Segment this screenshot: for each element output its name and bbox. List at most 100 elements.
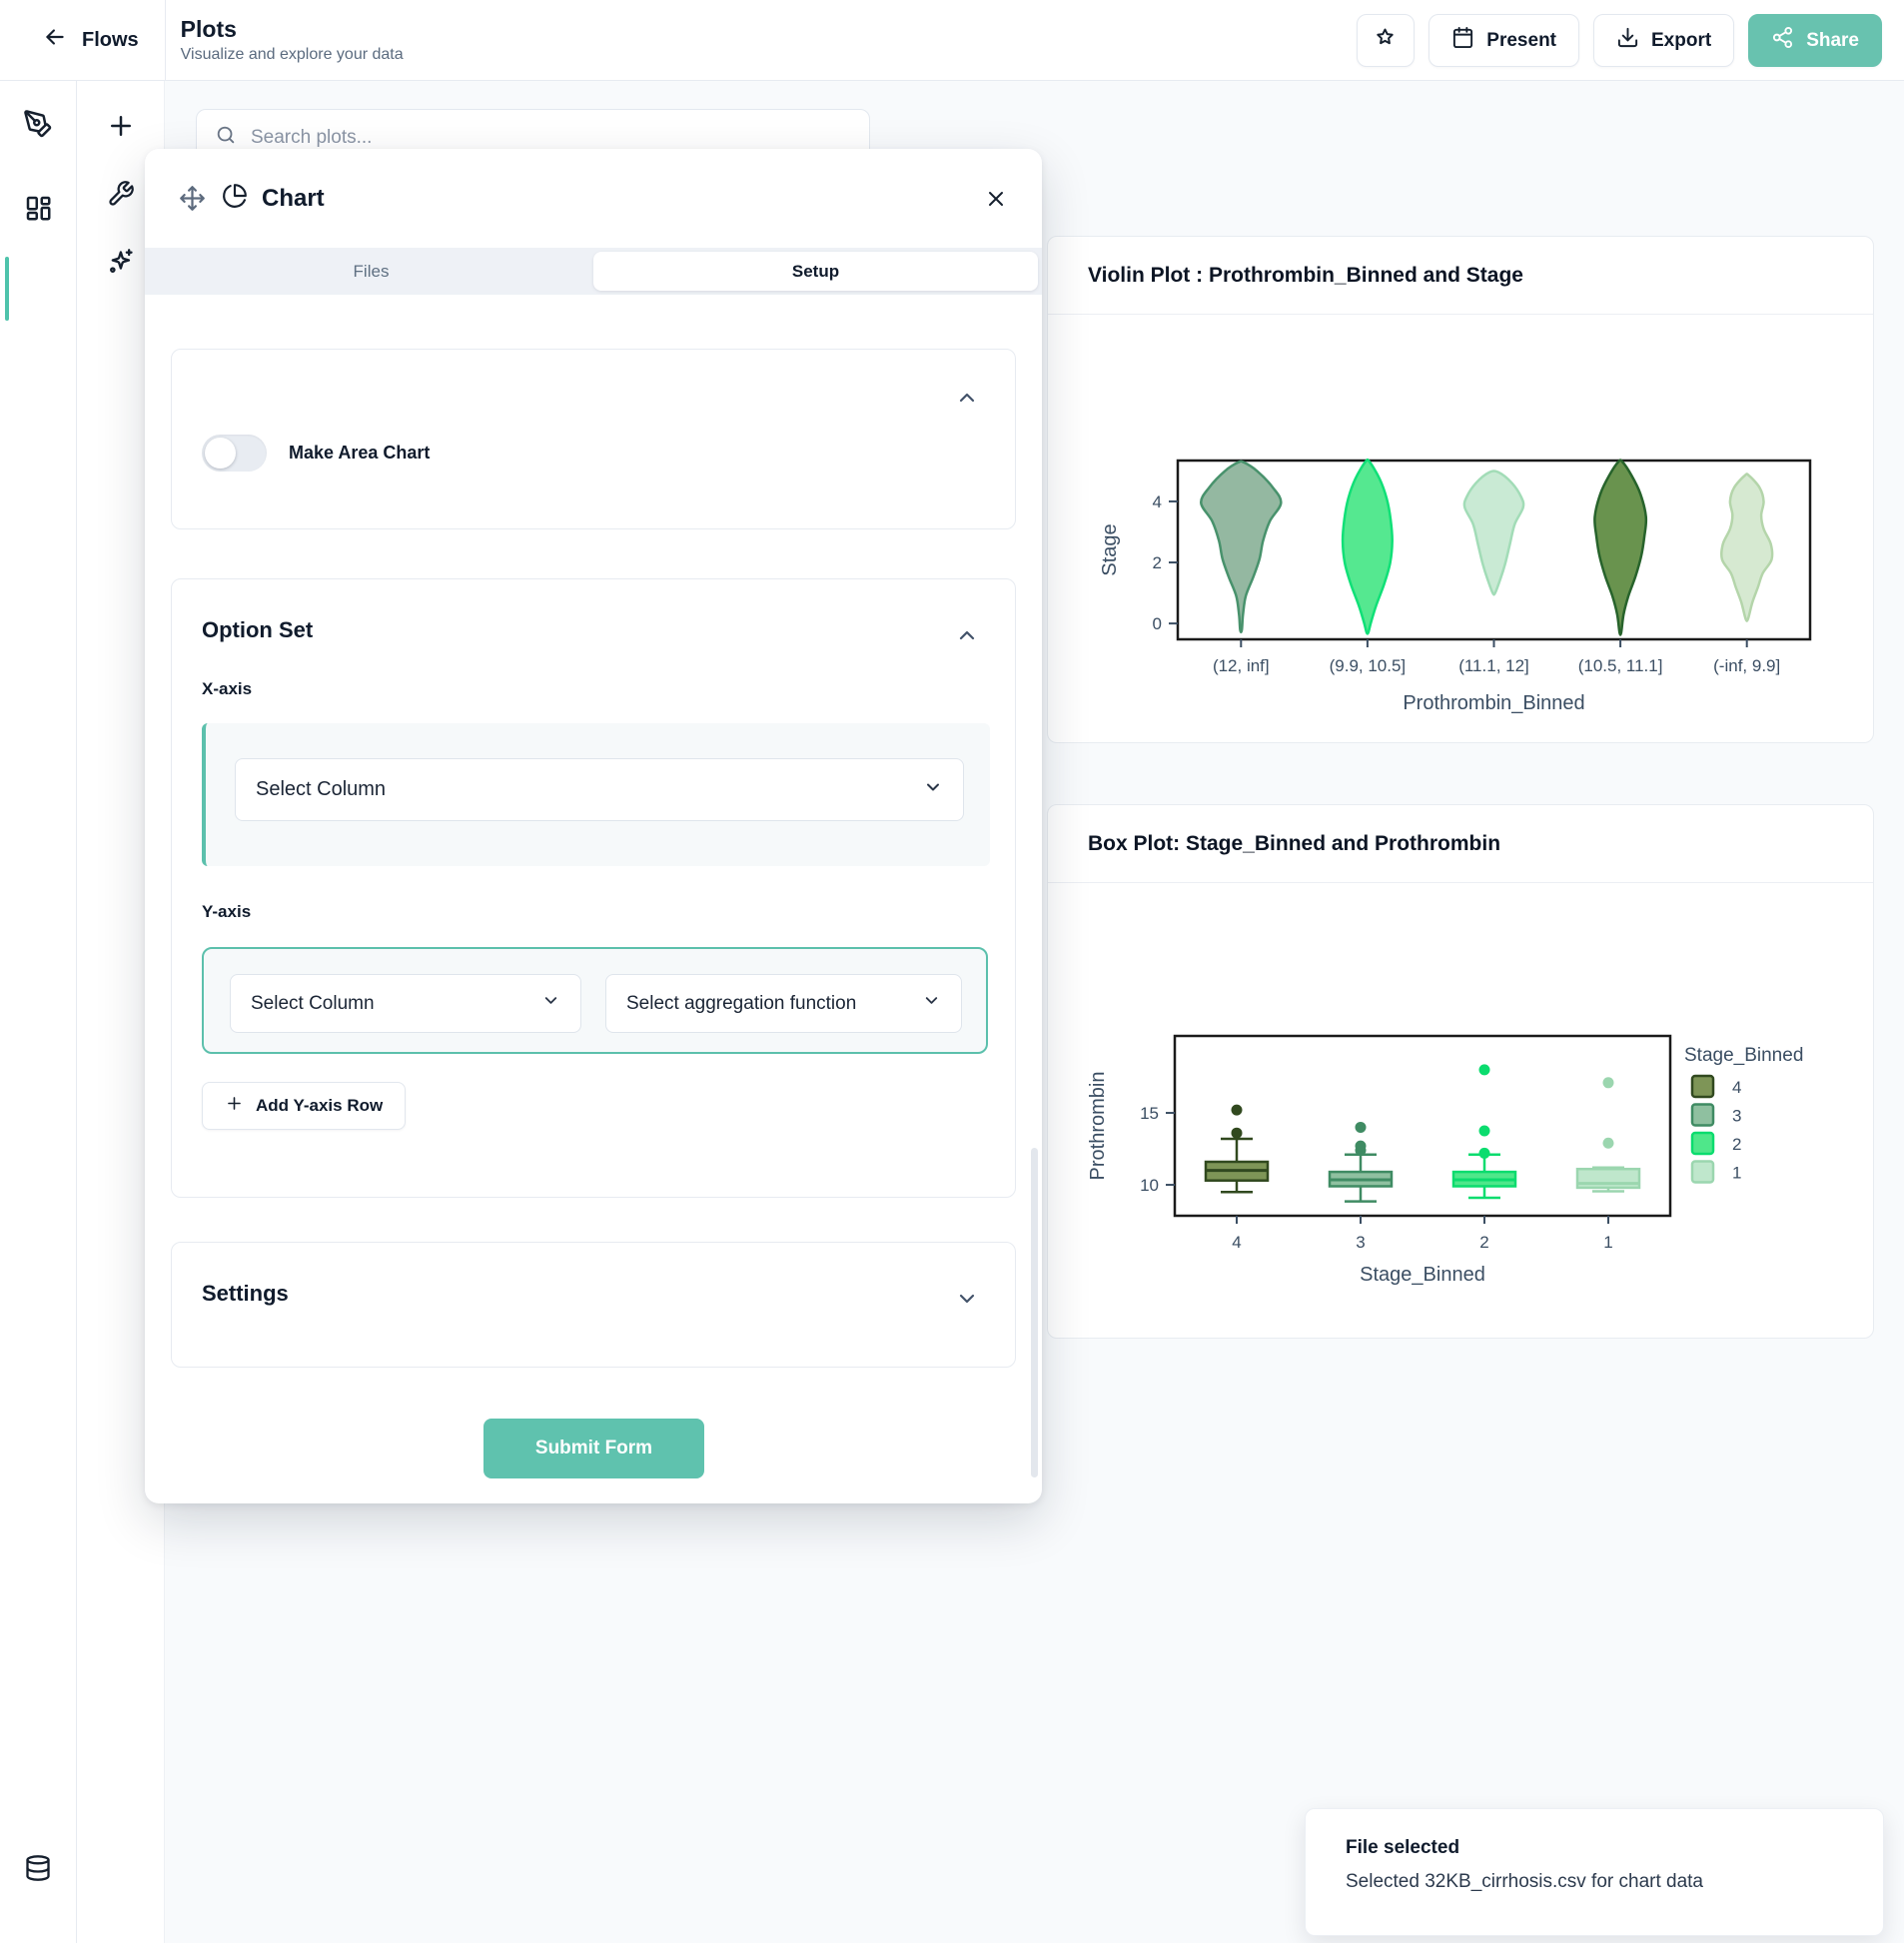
present-label: Present: [1486, 30, 1556, 52]
add-y-axis-row-button[interactable]: Add Y-axis Row: [202, 1082, 406, 1130]
box: [1577, 1169, 1639, 1188]
favorite-button[interactable]: [1357, 14, 1415, 67]
svg-text:4: 4: [1232, 1233, 1241, 1252]
add-node-button[interactable]: [95, 101, 147, 153]
search-input[interactable]: [251, 127, 851, 149]
x-axis-select-value: Select Column: [256, 778, 386, 801]
outlier-point: [1479, 1148, 1490, 1159]
svg-text:2: 2: [1479, 1233, 1488, 1252]
sidebar-item-database[interactable]: [12, 1843, 64, 1895]
modal-title: Chart: [262, 185, 325, 213]
settings-heading: Settings: [202, 1281, 289, 1307]
sidebar-item-dashboard[interactable]: [12, 183, 64, 235]
y-axis-label: Y-axis: [202, 902, 251, 922]
svg-text:Stage: Stage: [1099, 523, 1121, 575]
area-chart-toggle[interactable]: [202, 435, 267, 472]
y-axis-column-select[interactable]: Select Column: [230, 974, 581, 1033]
chart-modal: Chart Files Setup Make Area Chart Option…: [145, 149, 1042, 1503]
svg-text:(-inf, 9.9]: (-inf, 9.9]: [1713, 656, 1780, 675]
svg-text:(12, inf]: (12, inf]: [1213, 656, 1270, 675]
chevron-down-icon[interactable]: [955, 1287, 979, 1311]
toast-notification: File selected Selected 32KB_cirrhosis.cs…: [1305, 1808, 1884, 1936]
present-button[interactable]: Present: [1428, 14, 1579, 67]
chevron-up-icon[interactable]: [955, 386, 979, 410]
header-divider: [165, 0, 166, 81]
area-chart-card: Make Area Chart: [171, 349, 1016, 529]
chevron-down-icon: [923, 777, 943, 803]
page-subtitle: Visualize and explore your data: [181, 46, 404, 64]
svg-text:(9.9, 10.5]: (9.9, 10.5]: [1330, 656, 1407, 675]
outlier-point: [1356, 1141, 1367, 1152]
active-item-indicator: [5, 257, 9, 321]
violin-shape: [1464, 472, 1523, 595]
close-icon[interactable]: [984, 187, 1008, 211]
chevron-down-icon: [541, 991, 560, 1016]
export-button[interactable]: Export: [1593, 14, 1734, 67]
svg-text:3: 3: [1732, 1107, 1741, 1126]
export-label: Export: [1651, 30, 1711, 52]
submit-form-button[interactable]: Submit Form: [483, 1419, 704, 1478]
star-icon: [1374, 26, 1398, 56]
violin-shape: [1721, 474, 1772, 620]
option-set-heading: Option Set: [202, 617, 313, 643]
wrench-icon: [107, 180, 135, 211]
legend-swatch: [1692, 1105, 1713, 1126]
box-plot-card: Box Plot: Stage_Binned and Prothrombin 1…: [1047, 804, 1874, 1339]
download-icon: [1616, 26, 1639, 55]
search-icon: [215, 124, 237, 151]
svg-text:Prothrombin: Prothrombin: [1087, 1072, 1109, 1181]
y-axis-aggregation-select[interactable]: Select aggregation function: [605, 974, 962, 1033]
violin-plot: 024(12, inf](9.9, 10.5](11.1, 12](10.5, …: [1048, 445, 1863, 743]
back-label: Flows: [82, 29, 139, 52]
move-handle[interactable]: [179, 185, 206, 212]
icon-sidebar: [0, 81, 77, 1943]
svg-text:4: 4: [1153, 492, 1162, 511]
svg-text:2: 2: [1153, 553, 1162, 572]
box-plot: 10154321Stage_BinnedProthrombinStage_Bin…: [1048, 1029, 1863, 1339]
x-axis-column-select[interactable]: Select Column: [235, 758, 964, 821]
sidebar-item-pen-tool[interactable]: [12, 99, 64, 151]
outlier-point: [1232, 1105, 1243, 1116]
pen-tool-icon: [23, 109, 53, 142]
back-button[interactable]: Flows: [42, 24, 139, 56]
toast-title: File selected: [1346, 1837, 1843, 1859]
svg-text:4: 4: [1732, 1078, 1741, 1097]
page-title: Plots: [181, 16, 404, 44]
svg-text:3: 3: [1356, 1233, 1365, 1252]
outlier-point: [1603, 1077, 1614, 1088]
box-plot-title: Box Plot: Stage_Binned and Prothrombin: [1088, 832, 1500, 856]
toggle-thumb: [205, 438, 236, 469]
settings-card: Settings: [171, 1242, 1016, 1368]
tab-files[interactable]: Files: [149, 252, 593, 291]
app-header: Flows Plots Visualize and explore your d…: [0, 0, 1904, 81]
outlier-point: [1479, 1064, 1490, 1075]
violin-shape: [1594, 460, 1646, 634]
outlier-point: [1356, 1122, 1367, 1133]
dashboard-grid-icon: [23, 193, 53, 226]
outlier-point: [1232, 1128, 1243, 1139]
svg-text:15: 15: [1140, 1104, 1159, 1123]
chevron-up-icon[interactable]: [955, 623, 979, 647]
tab-setup[interactable]: Setup: [593, 252, 1038, 291]
tools-button[interactable]: [95, 169, 147, 221]
x-axis-panel: Select Column: [202, 723, 990, 866]
modal-scrollbar[interactable]: [1031, 1148, 1038, 1477]
svg-text:1: 1: [1732, 1164, 1741, 1183]
area-chart-toggle-label: Make Area Chart: [289, 443, 430, 464]
toast-message: Selected 32KB_cirrhosis.csv for chart da…: [1346, 1871, 1843, 1893]
svg-text:Stage_Binned: Stage_Binned: [1360, 1264, 1485, 1286]
svg-text:(11.1, 12]: (11.1, 12]: [1458, 656, 1529, 675]
violin-plot-title: Violin Plot : Prothrombin_Binned and Sta…: [1088, 264, 1523, 288]
add-y-axis-row-label: Add Y-axis Row: [256, 1096, 383, 1116]
plus-icon: [225, 1094, 244, 1118]
legend-swatch: [1692, 1162, 1713, 1183]
legend-swatch: [1692, 1076, 1713, 1097]
outlier-point: [1603, 1138, 1614, 1149]
modal-tabbar: Files Setup: [145, 248, 1042, 295]
legend-swatch: [1692, 1133, 1713, 1154]
share-button[interactable]: Share: [1748, 14, 1882, 67]
outlier-point: [1479, 1126, 1490, 1137]
pie-chart-icon: [222, 183, 248, 214]
ai-sparkles-button[interactable]: [95, 237, 147, 289]
svg-text:Prothrombin_Binned: Prothrombin_Binned: [1403, 692, 1584, 714]
